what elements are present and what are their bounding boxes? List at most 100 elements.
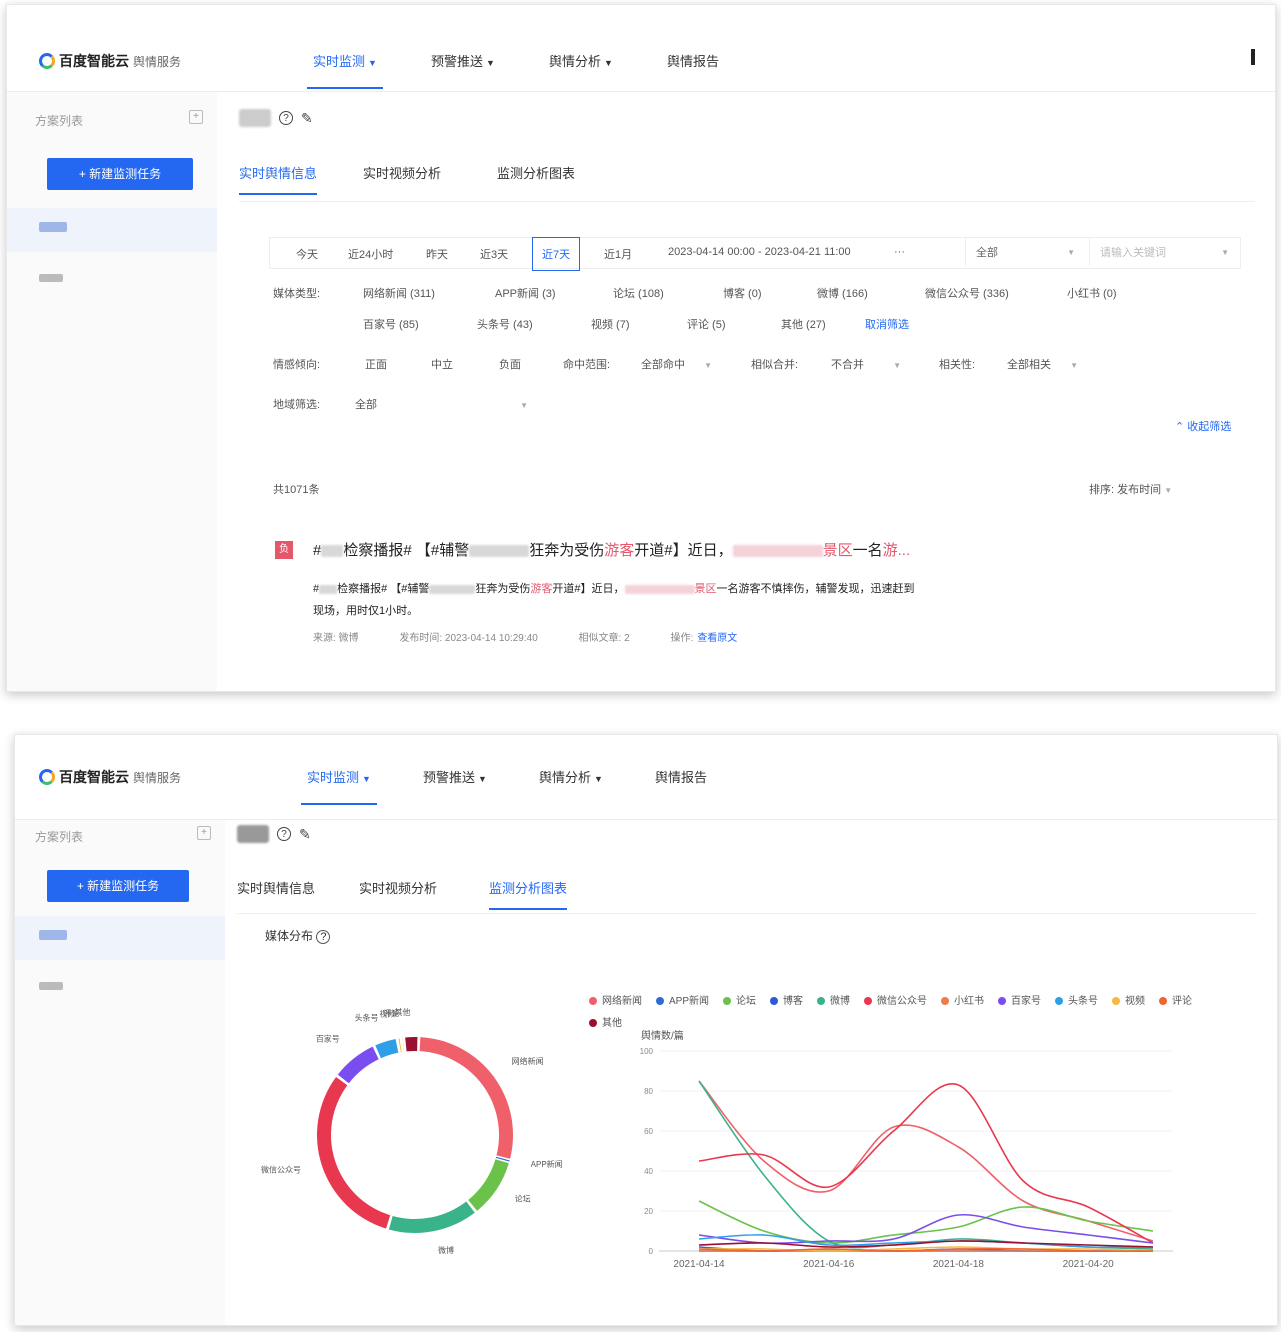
series-line[interactable]	[698, 1080, 1154, 1250]
view-original-link[interactable]: 查看原文	[697, 633, 737, 644]
media-option[interactable]: 博客 (0)	[723, 285, 762, 301]
media-option[interactable]: 论坛 (108)	[613, 285, 664, 301]
time-yesterday[interactable]: 昨天	[426, 246, 448, 262]
time-24h[interactable]: 近24小时	[348, 246, 393, 262]
body-highlight: 景区	[694, 583, 717, 595]
sentiment-negative[interactable]: 负面	[499, 356, 521, 372]
new-task-button[interactable]: + 新建监测任务	[47, 870, 189, 902]
time-3d[interactable]: 近3天	[480, 246, 508, 262]
media-option[interactable]: 百家号 (85)	[363, 316, 419, 332]
legend-item[interactable]: 头条号	[1055, 991, 1098, 1013]
series-line[interactable]	[698, 1080, 1154, 1242]
donut-slice[interactable]	[337, 1046, 379, 1084]
donut-slice[interactable]	[468, 1159, 509, 1211]
legend-item[interactable]: 微博	[817, 991, 850, 1013]
top-navbar: 百度智能云 舆情服务 实时监测 ▼ 预警推送 ▼ 舆情分析 ▼ 舆情报告	[7, 5, 1275, 92]
similar-select[interactable]: 不合并 ▼	[831, 356, 911, 372]
help-icon[interactable]: ?	[316, 930, 331, 944]
donut-slice[interactable]	[405, 1037, 418, 1052]
legend-dot-icon	[589, 997, 597, 1006]
donut-slice[interactable]	[402, 1037, 405, 1052]
media-option[interactable]: 头条号 (43)	[477, 316, 533, 332]
nav-realtime[interactable]: 实时监测 ▼	[301, 767, 377, 805]
sidebar-label: 方案列表	[35, 830, 84, 844]
nav-report[interactable]: 舆情报告	[667, 51, 719, 70]
sidebar-item-task-1[interactable]	[15, 916, 225, 960]
donut-slice[interactable]	[419, 1037, 513, 1159]
new-task-button[interactable]: + 新建监测任务	[47, 158, 193, 190]
media-option[interactable]: 评论 (5)	[687, 316, 726, 332]
legend-item[interactable]: 小红书	[941, 991, 984, 1013]
source-select[interactable]: 全部 ▼	[355, 396, 535, 412]
tab-analysis-chart[interactable]: 监测分析图表	[489, 878, 568, 910]
nav-alert[interactable]: 预警推送 ▼	[423, 767, 487, 786]
sidebar-item-task-1[interactable]	[7, 208, 217, 252]
tab-analysis-chart[interactable]: 监测分析图表	[497, 163, 575, 182]
cancel-filter-link[interactable]: 取消筛选	[865, 316, 909, 332]
nav-analysis[interactable]: 舆情分析 ▼	[539, 767, 603, 786]
tab-video-analysis[interactable]: 实时视频分析	[359, 878, 437, 897]
keyword-search-placeholder: 请输入关键词	[1100, 247, 1166, 259]
legend-item[interactable]: APP新闻	[656, 991, 709, 1013]
legend-item[interactable]: 网络新闻	[589, 991, 642, 1013]
time-range-picker[interactable]: 2023-04-14 00:00 - 2023-04-21 11:00	[668, 246, 851, 258]
donut-slice-label: 百家号	[316, 1033, 340, 1043]
donut-slice[interactable]	[388, 1201, 475, 1233]
media-option[interactable]: APP新闻 (3)	[495, 285, 556, 301]
media-option[interactable]: 视频 (7)	[591, 316, 630, 332]
tab-video-analysis[interactable]: 实时视频分析	[363, 163, 441, 182]
media-option[interactable]: 小红书 (0)	[1067, 285, 1117, 301]
sentiment-positive[interactable]: 正面	[365, 356, 387, 372]
sidebar-item-task-2[interactable]	[39, 274, 63, 282]
media-option[interactable]: 微信公众号 (336)	[925, 285, 1009, 301]
legend-dot-icon	[1159, 997, 1168, 1006]
legend-label: 百家号	[1011, 996, 1042, 1007]
more-icon[interactable]: ···	[894, 246, 905, 258]
edit-icon[interactable]: ✎	[301, 110, 313, 127]
relevance-select[interactable]: 全部相关 ▼	[1007, 356, 1087, 372]
tab-realtime-info[interactable]: 实时舆情信息	[239, 163, 318, 195]
collapse-sidebar-icon[interactable]: +	[197, 826, 211, 840]
donut-slice[interactable]	[317, 1076, 391, 1229]
sidebar-item-task-2[interactable]	[39, 982, 63, 990]
media-option[interactable]: 网络新闻 (311)	[363, 285, 435, 301]
source-label: 地域筛选:	[273, 399, 321, 411]
post-title[interactable]: # 检察播报# 【#辅警 狂奔为受伤游客开道#】近日， 景区一名游...	[313, 539, 910, 560]
media-option[interactable]: 微博 (166)	[817, 285, 868, 301]
legend-item[interactable]: 评论	[1159, 991, 1192, 1013]
edit-icon[interactable]: ✎	[299, 826, 311, 843]
scope-select[interactable]: 全部 ▼	[965, 238, 1083, 266]
time-1m[interactable]: 近1月	[604, 246, 632, 262]
donut-slice[interactable]	[398, 1038, 402, 1053]
time-7d[interactable]: 近7天	[531, 237, 581, 271]
brand-logo[interactable]: 百度智能云 舆情服务	[39, 51, 181, 71]
time-today[interactable]: 今天	[296, 246, 318, 262]
region-select[interactable]: 全部命中 ▼	[641, 356, 721, 372]
collapse-filter-link[interactable]: ⌃ 收起筛选	[1175, 418, 1231, 434]
collapse-sidebar-icon[interactable]: +	[189, 110, 203, 124]
legend-item[interactable]: 视频	[1112, 991, 1145, 1013]
blurred-text	[624, 584, 695, 594]
nav-report[interactable]: 舆情报告	[655, 767, 707, 786]
nav-alert[interactable]: 预警推送 ▼	[431, 51, 495, 70]
nav-realtime[interactable]: 实时监测 ▼	[307, 51, 383, 89]
keyword-search-input[interactable]: 请输入关键词 ▼	[1089, 238, 1237, 266]
series-line[interactable]	[698, 1213, 1154, 1245]
y-tick-label: 0	[649, 1247, 654, 1256]
sort-select[interactable]: 排序: 发布时间 ▼	[1089, 481, 1172, 497]
help-icon[interactable]: ?	[279, 111, 293, 125]
user-menu-icon[interactable]	[1251, 49, 1255, 65]
legend-item[interactable]: 论坛	[723, 991, 756, 1013]
legend-item[interactable]: 博客	[770, 991, 803, 1013]
help-icon[interactable]: ?	[277, 827, 291, 841]
media-option[interactable]: 其他 (27)	[781, 316, 826, 332]
brand-logo[interactable]: 百度智能云 舆情服务	[39, 767, 181, 787]
legend-item[interactable]: 百家号	[998, 991, 1041, 1013]
donut-slice-label: 论坛	[515, 1194, 531, 1204]
donut-slice[interactable]	[375, 1038, 399, 1059]
tab-realtime-info[interactable]: 实时舆情信息	[237, 878, 315, 897]
sentiment-neutral[interactable]: 中立	[431, 356, 453, 372]
series-line[interactable]	[698, 1200, 1154, 1244]
nav-analysis[interactable]: 舆情分析 ▼	[549, 51, 613, 70]
legend-item[interactable]: 微信公众号	[864, 991, 927, 1013]
